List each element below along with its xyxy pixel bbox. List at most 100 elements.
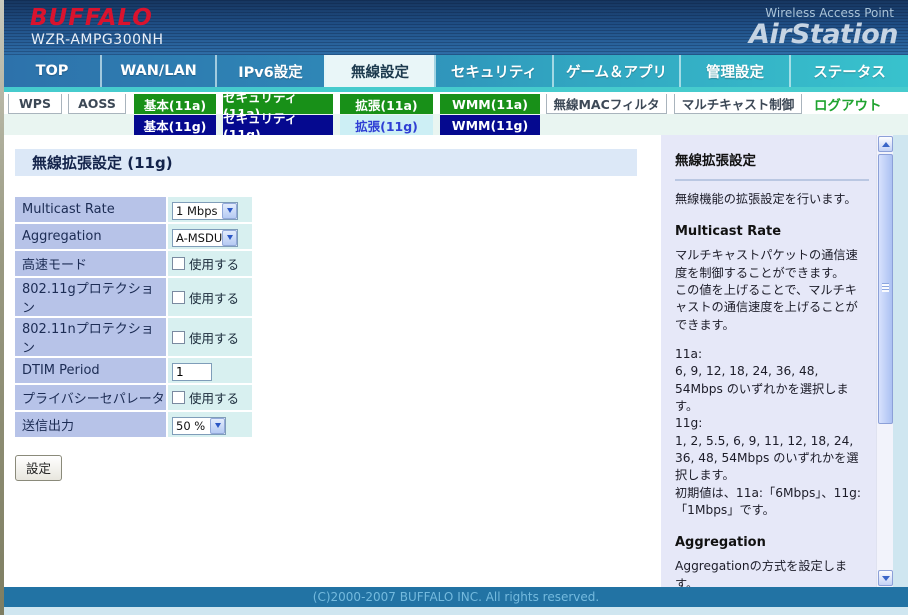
nav-tab[interactable]: 管理設定: [679, 55, 789, 87]
header: BUFFALO WZR-AMPG300NH Wireless Access Po…: [4, 0, 908, 55]
form-label: Aggregation: [15, 224, 166, 249]
dropdown-select[interactable]: 50 %: [172, 416, 226, 435]
help-content: 無線拡張設定無線機能の拡張設定を行います。 Multicast Rate マルチキャ…: [675, 149, 869, 587]
airstation-logo: AirStation: [749, 19, 898, 50]
help-text: 11a:: [675, 346, 703, 361]
table-row: 高速モード 使用する: [15, 251, 252, 276]
dropdown-select[interactable]: 1 Mbps: [172, 201, 238, 220]
table-row: 802.11gプロテクション 使用する: [15, 278, 252, 316]
chevron-down-icon[interactable]: [222, 202, 237, 219]
form-label: プライバシーセパレータ: [15, 385, 166, 410]
subnav-tab-11a[interactable]: 拡張(11a): [340, 94, 433, 114]
form-value-cell: 使用する: [168, 318, 252, 356]
help-text: マルチキャストパケットの通信速度を制御することができます。: [675, 248, 858, 280]
logout-link[interactable]: ログアウト: [814, 94, 882, 114]
subnav: WPS AOSS 基本(11a) セキュリティ(11a) 拡張(11a) WMM(11a)…: [4, 90, 908, 142]
settings-table: Multicast Rate 1 Mbps Aggregation A-MSDU 高速モ…: [13, 195, 254, 439]
nav-tabs: TOP WAN/LAN IPv6設定 無線設定 セキュリティ ゲーム＆アプリ 管理設定 ステー…: [4, 55, 908, 87]
dropdown-value: 50 %: [176, 418, 206, 433]
nav-tab[interactable]: WAN/LAN: [100, 55, 215, 87]
apply-button[interactable]: 設定: [15, 455, 63, 481]
page-title: 無線拡張設定 (11g): [15, 149, 637, 176]
product-tagline: Wireless Access Point: [765, 6, 894, 20]
table-row: Multicast Rate 1 Mbps: [15, 197, 252, 222]
table-row: 送信出力 50 %: [15, 412, 252, 437]
help-title: 無線拡張設定: [675, 153, 756, 169]
form-value-cell: 使用する: [168, 251, 252, 276]
form-label: Multicast Rate: [15, 197, 166, 222]
help-section-heading: Multicast Rate: [675, 224, 782, 240]
nav-tab[interactable]: ステータス: [789, 55, 908, 87]
form-label: 802.11gプロテクション: [15, 278, 166, 316]
chevron-down-icon[interactable]: [222, 229, 237, 246]
scrollbar-thumb[interactable]: [878, 154, 893, 424]
help-text: 無線機能の拡張設定を行います。: [675, 192, 857, 206]
dropdown-select[interactable]: A-MSDU: [172, 228, 238, 247]
table-row: Aggregation A-MSDU: [15, 224, 252, 249]
checkbox-label: 使用する: [189, 391, 240, 406]
table-row: DTIM Period: [15, 358, 252, 383]
subnav-tab-11g[interactable]: WMM(11g): [440, 115, 540, 135]
checkbox-label: 使用する: [189, 290, 240, 306]
help-sidebar: 無線拡張設定無線機能の拡張設定を行います。 Multicast Rate マルチキャ…: [661, 135, 893, 587]
subnav-row-bottom: 基本(11g) セキュリティ(11g) 拡張(11g) WMM(11g): [4, 111, 908, 142]
form-value-cell: 使用する: [168, 278, 252, 316]
checkbox-label: 使用する: [189, 330, 240, 346]
form-label: DTIM Period: [15, 358, 166, 383]
nav-tab[interactable]: TOP: [4, 55, 100, 87]
checkbox-label: 使用する: [189, 257, 240, 272]
help-text: 11g:: [675, 416, 703, 431]
checkbox[interactable]: [172, 257, 185, 270]
subnav-tab-11a[interactable]: WMM(11a): [440, 94, 540, 114]
form-value-cell: A-MSDU: [168, 224, 252, 249]
help-text: この値を上げることで、マルチキャストの通信速度を上げることができます。: [675, 282, 858, 332]
buffalo-logo: BUFFALO: [30, 5, 153, 31]
form-label: 802.11nプロテクション: [15, 318, 166, 356]
help-divider: [675, 179, 869, 181]
main-panel: 無線拡張設定 (11g) Multicast Rate 1 Mbps Aggrega…: [4, 135, 661, 587]
subnav-tab-11g[interactable]: 基本(11g): [134, 115, 216, 135]
chevron-down-icon[interactable]: [210, 417, 225, 434]
checkbox[interactable]: [172, 391, 185, 404]
subnav-button[interactable]: WPS: [8, 94, 62, 114]
text-input[interactable]: [172, 362, 212, 381]
form-label: 高速モード: [15, 251, 166, 276]
nav-tab[interactable]: セキュリティ: [434, 55, 552, 87]
help-text: 6, 9, 12, 18, 24, 36, 48, 54Mbps のいずれかを選…: [675, 364, 849, 413]
dropdown-value: 1 Mbps: [176, 203, 218, 218]
subnav-button[interactable]: AOSS: [68, 94, 126, 114]
form-value-cell: 使用する: [168, 385, 252, 410]
subnav-button[interactable]: マルチキャスト制御: [674, 94, 802, 114]
checkbox[interactable]: [172, 330, 185, 344]
nav-tab[interactable]: 無線設定: [324, 55, 434, 87]
checkbox[interactable]: [172, 290, 185, 304]
scrollbar-track[interactable]: [876, 135, 893, 587]
content-area: 無線拡張設定 (11g) Multicast Rate 1 Mbps Aggrega…: [4, 135, 908, 587]
scroll-up-button[interactable]: [878, 136, 893, 152]
form-value-cell: 50 %: [168, 412, 252, 437]
help-text: 初期値は、11a:「6Mbps」、11g:「1Mbps」です。: [675, 485, 861, 517]
table-row: 802.11nプロテクション 使用する: [15, 318, 252, 356]
scroll-down-button[interactable]: [878, 570, 893, 586]
subnav-tab-11a[interactable]: 基本(11a): [134, 94, 216, 114]
subnav-tab-11g-selected[interactable]: 拡張(11g): [340, 115, 433, 135]
nav-tab[interactable]: IPv6設定: [215, 55, 324, 87]
help-text: Aggregationの方式を設定します。: [675, 559, 848, 587]
dropdown-value: A-MSDU: [176, 230, 222, 245]
window-left-edge: [0, 0, 4, 615]
form-value-cell: [168, 358, 252, 383]
form-label: 送信出力: [15, 412, 166, 437]
subnav-tab-11g[interactable]: セキュリティ(11g): [223, 111, 333, 142]
help-section-heading: Aggregation: [675, 535, 766, 551]
footer-bar: (C)2000-2007 BUFFALO INC. All rights res…: [4, 587, 908, 607]
router-model: WZR-AMPG300NH: [31, 32, 164, 48]
subnav-button[interactable]: 無線MACフィルタ: [546, 94, 667, 114]
nav-tab[interactable]: ゲーム＆アプリ: [552, 55, 679, 87]
right-margin: [893, 135, 908, 587]
form-value-cell: 1 Mbps: [168, 197, 252, 222]
chevron-up-icon: [881, 141, 890, 147]
subnav-row-top: WPS AOSS 基本(11a) セキュリティ(11a) 拡張(11a) WMM(11a)…: [4, 90, 908, 121]
help-text: 1, 2, 5.5, 6, 9, 11, 12, 18, 24, 36, 48,…: [675, 433, 859, 483]
chevron-down-icon: [881, 575, 890, 581]
table-row: プライバシーセパレータ 使用する: [15, 385, 252, 410]
